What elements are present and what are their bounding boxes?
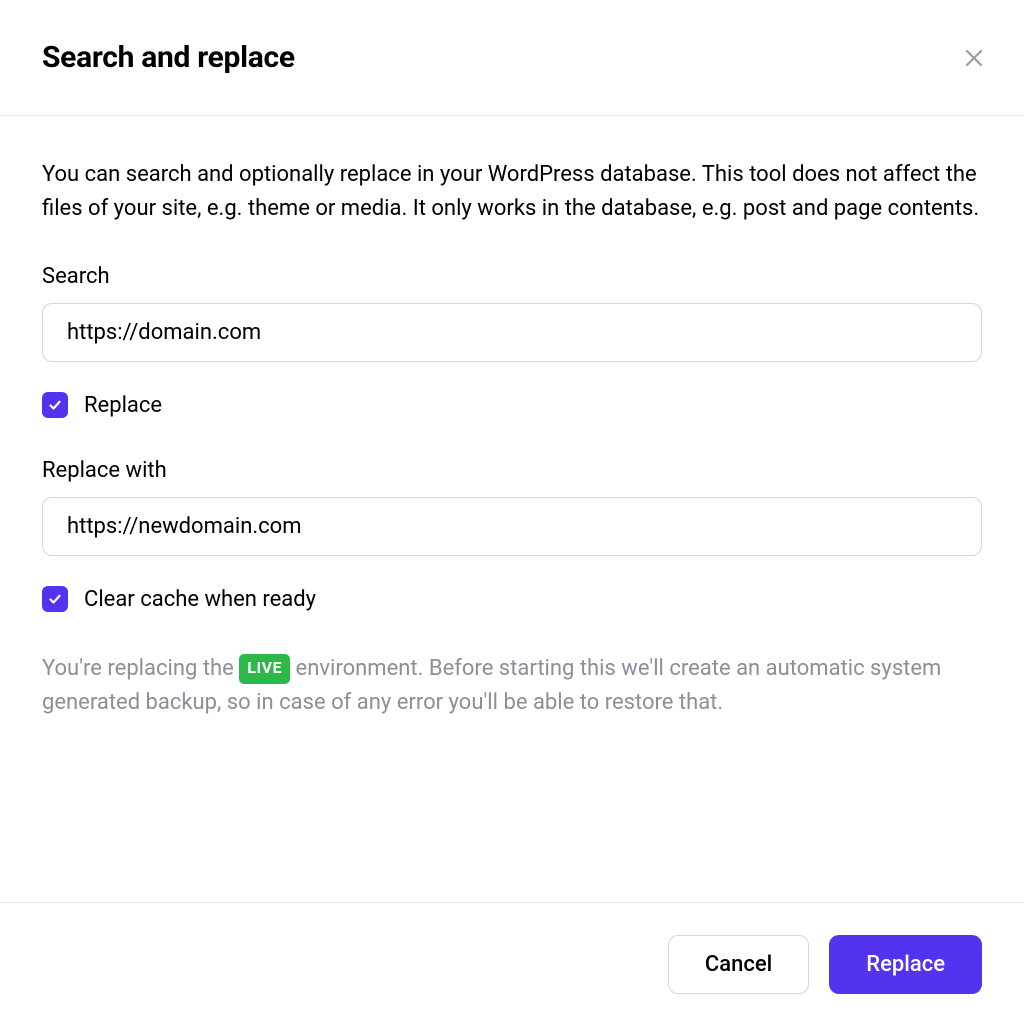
replace-with-field-group: Replace with [42, 458, 982, 556]
notice-prefix: You're replacing the [42, 656, 234, 681]
dialog-header: Search and replace [0, 0, 1024, 116]
search-field-group: Search [42, 264, 982, 362]
replace-checkbox[interactable] [42, 392, 68, 418]
cancel-button[interactable]: Cancel [668, 935, 809, 994]
replace-checkbox-label: Replace [84, 393, 162, 418]
live-badge: LIVE [239, 654, 290, 684]
check-icon [48, 592, 62, 606]
replace-checkbox-row: Replace [42, 392, 982, 418]
search-input[interactable] [42, 303, 982, 362]
intro-text: You can search and optionally replace in… [42, 158, 982, 226]
search-label: Search [42, 264, 982, 289]
clear-cache-checkbox-label: Clear cache when ready [84, 587, 316, 612]
clear-cache-checkbox[interactable] [42, 586, 68, 612]
close-icon [964, 48, 984, 68]
dialog-footer: Cancel Replace [0, 902, 1024, 1024]
replace-with-input[interactable] [42, 497, 982, 556]
replace-button[interactable]: Replace [829, 935, 982, 994]
clear-cache-checkbox-row: Clear cache when ready [42, 586, 982, 612]
check-icon [48, 398, 62, 412]
search-replace-dialog: Search and replace You can search and op… [0, 0, 1024, 1024]
close-button[interactable] [964, 48, 984, 68]
dialog-title: Search and replace [42, 40, 295, 75]
dialog-body: You can search and optionally replace in… [0, 116, 1024, 902]
replace-with-label: Replace with [42, 458, 982, 483]
environment-notice: You're replacing the LIVE environment. B… [42, 652, 982, 720]
